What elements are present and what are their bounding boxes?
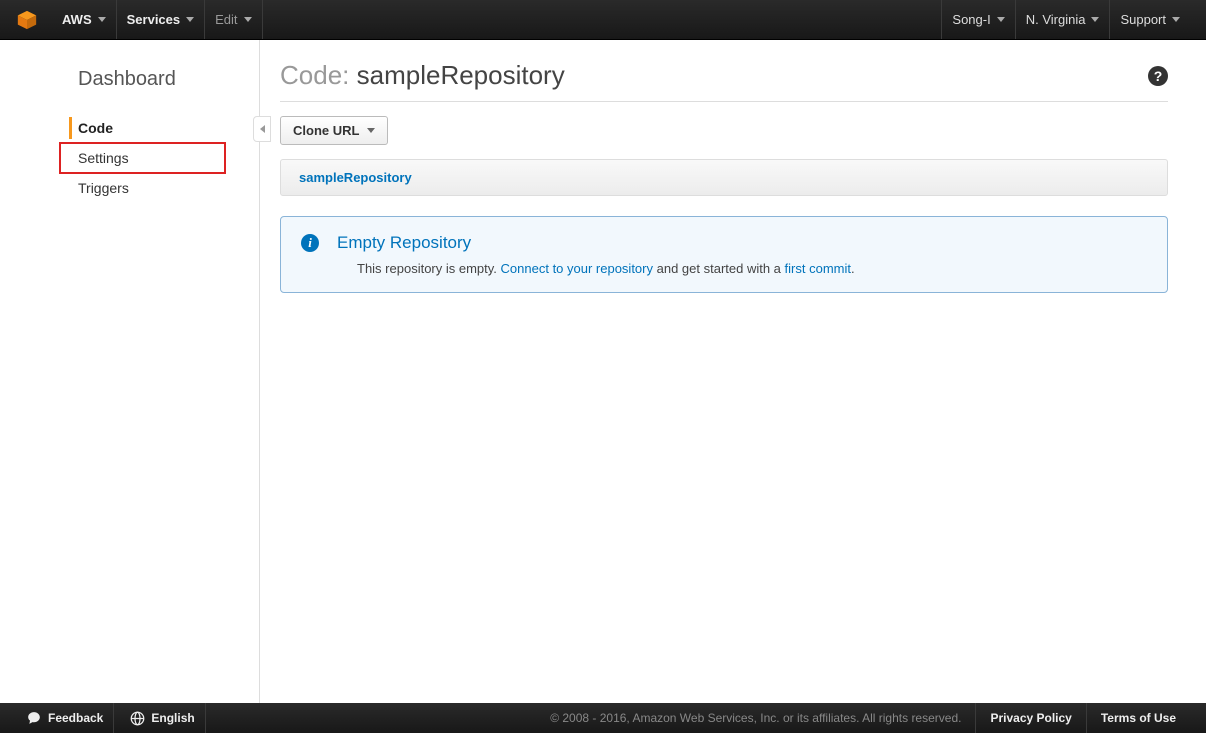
empty-repo-notice: i Empty Repository This repository is em… bbox=[280, 216, 1168, 293]
aws-menu-label: AWS bbox=[62, 12, 92, 27]
services-menu-label: Services bbox=[127, 12, 181, 27]
info-text-1: This repository is empty. bbox=[357, 261, 501, 276]
region-menu[interactable]: N. Virginia bbox=[1015, 0, 1110, 39]
copyright: © 2008 - 2016, Amazon Web Services, Inc.… bbox=[550, 711, 975, 725]
info-text-3: . bbox=[851, 261, 855, 276]
support-menu[interactable]: Support bbox=[1109, 0, 1190, 39]
info-text-2: and get started with a bbox=[653, 261, 785, 276]
breadcrumb: sampleRepository bbox=[280, 159, 1168, 196]
breadcrumb-repo-link[interactable]: sampleRepository bbox=[299, 170, 412, 185]
chevron-down-icon bbox=[244, 17, 252, 22]
services-menu[interactable]: Services bbox=[117, 0, 206, 39]
info-body: This repository is empty. Connect to you… bbox=[301, 261, 1147, 276]
sidebar-item-label: Settings bbox=[78, 150, 129, 166]
globe-icon bbox=[130, 711, 145, 726]
connect-repo-link[interactable]: Connect to your repository bbox=[501, 261, 653, 276]
chevron-down-icon bbox=[997, 17, 1005, 22]
chevron-down-icon bbox=[1172, 17, 1180, 22]
support-menu-label: Support bbox=[1120, 12, 1166, 27]
sidebar-item-triggers[interactable]: Triggers bbox=[0, 173, 259, 203]
info-heading: Empty Repository bbox=[337, 233, 471, 253]
privacy-policy-link[interactable]: Privacy Policy bbox=[975, 703, 1085, 733]
aws-menu[interactable]: AWS bbox=[52, 0, 117, 39]
sidebar-item-label: Triggers bbox=[78, 180, 129, 196]
help-icon[interactable]: ? bbox=[1148, 66, 1168, 86]
info-icon: i bbox=[301, 234, 319, 252]
edit-menu[interactable]: Edit bbox=[205, 0, 262, 39]
chat-icon bbox=[26, 711, 42, 725]
main-content: Code: sampleRepository ? Clone URL sampl… bbox=[260, 40, 1206, 703]
first-commit-link[interactable]: first commit bbox=[785, 261, 851, 276]
footer: Feedback English © 2008 - 2016, Amazon W… bbox=[0, 703, 1206, 733]
feedback-link[interactable]: Feedback bbox=[16, 703, 114, 733]
user-menu[interactable]: Song-I bbox=[941, 0, 1014, 39]
top-navbar: AWS Services Edit Song-I N. Virginia Sup… bbox=[0, 0, 1206, 40]
clone-url-label: Clone URL bbox=[293, 123, 359, 138]
page-title-prefix: Code: bbox=[280, 60, 349, 90]
sidebar-item-label: Code bbox=[78, 120, 113, 136]
region-menu-label: N. Virginia bbox=[1026, 12, 1086, 27]
sidebar: Dashboard Code Settings Triggers bbox=[0, 40, 260, 703]
chevron-down-icon bbox=[367, 128, 375, 133]
clone-url-button[interactable]: Clone URL bbox=[280, 116, 388, 145]
user-menu-label: Song-I bbox=[952, 12, 990, 27]
sidebar-title: Dashboard bbox=[0, 68, 259, 105]
chevron-down-icon bbox=[98, 17, 106, 22]
collapse-sidebar-button[interactable] bbox=[253, 116, 271, 142]
page-title: Code: sampleRepository bbox=[280, 60, 565, 91]
feedback-label: Feedback bbox=[48, 711, 103, 725]
chevron-down-icon bbox=[1091, 17, 1099, 22]
aws-logo-icon[interactable] bbox=[16, 9, 38, 31]
terms-of-use-link[interactable]: Terms of Use bbox=[1086, 703, 1190, 733]
edit-menu-label: Edit bbox=[215, 12, 237, 27]
sidebar-item-code[interactable]: Code bbox=[0, 113, 259, 143]
language-selector[interactable]: English bbox=[120, 703, 205, 733]
language-label: English bbox=[151, 711, 194, 725]
sidebar-item-settings[interactable]: Settings bbox=[60, 143, 225, 173]
chevron-down-icon bbox=[186, 17, 194, 22]
repository-name: sampleRepository bbox=[357, 60, 565, 90]
